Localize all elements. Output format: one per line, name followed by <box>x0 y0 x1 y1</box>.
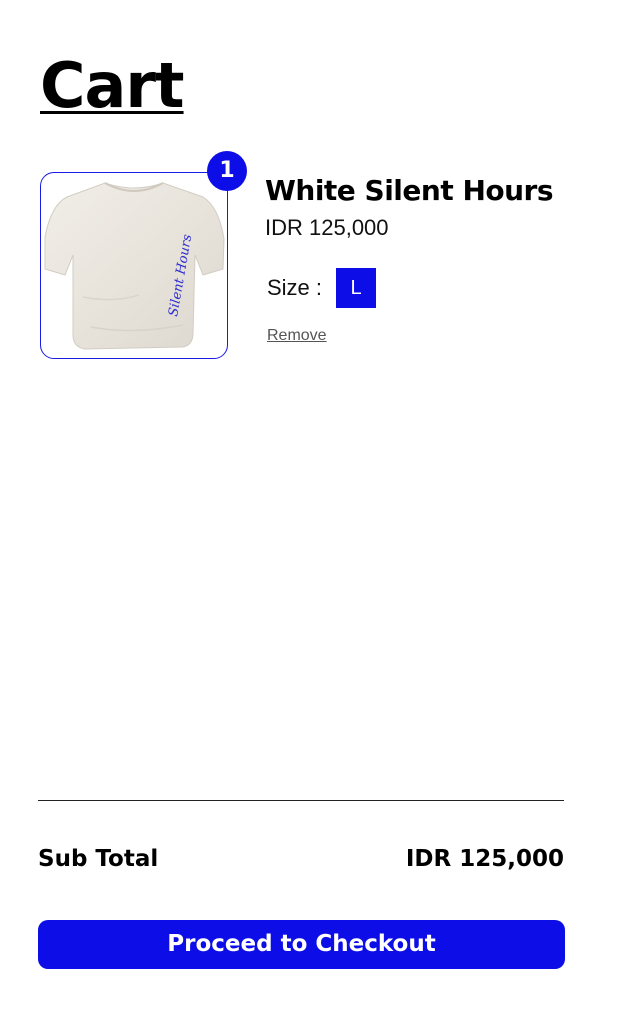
size-label: Size : <box>267 275 323 300</box>
tshirt-image: Silent Hours <box>44 182 225 350</box>
product-image-card[interactable]: Silent Hours <box>40 172 228 359</box>
cart-page: Cart Silent Hours 1 White Silent Hours I… <box>0 0 627 1009</box>
page-title: Cart <box>40 49 185 122</box>
subtotal-label: Sub Total <box>38 846 159 872</box>
subtotal-value: IDR 125,000 <box>405 846 564 872</box>
product-name[interactable]: White Silent Hours <box>265 172 554 210</box>
remove-link[interactable]: Remove <box>267 325 327 347</box>
product-price: IDR 125,000 <box>265 215 389 240</box>
divider <box>38 800 564 801</box>
checkout-button[interactable]: Proceed to Checkout <box>38 920 565 969</box>
size-row: Size : L <box>267 268 377 308</box>
size-chip[interactable]: L <box>336 268 377 308</box>
quantity-badge: 1 <box>207 151 247 191</box>
